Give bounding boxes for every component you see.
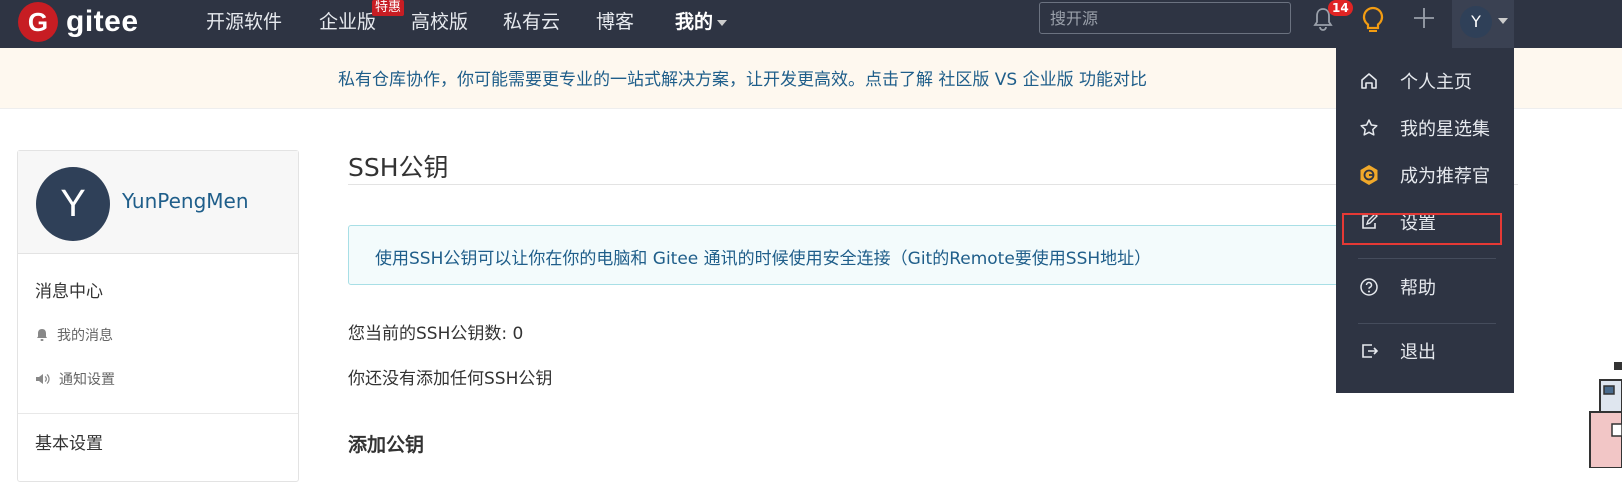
settings-sidebar: Y YunPengMen 消息中心 我的消息 通知设置 基本设置 [17,150,299,482]
star-icon [1358,118,1380,138]
plus-icon[interactable] [1412,6,1436,34]
add-key-heading: 添加公钥 [348,434,425,456]
logout-icon [1358,341,1380,361]
empty-state-text: 你还没有添加任何SSH公钥 [348,369,553,389]
notification-count-badge: 14 [1328,0,1353,16]
speaker-icon [36,374,50,384]
menu-item-logout[interactable]: 退出 [1358,338,1436,364]
sidebar-item-notify-settings[interactable]: 通知设置 [35,369,115,389]
gitee-logo[interactable]: G gitee [18,2,139,42]
user-menu-toggle[interactable]: Y [1452,0,1514,48]
nav-blog[interactable]: 博客 [596,9,634,35]
sidebar-item-label: 我的消息 [57,328,113,344]
avatar: Y [1460,6,1492,38]
page-title: SSH公钥 [348,153,449,182]
menu-item-help[interactable]: 帮助 [1358,274,1436,300]
nav-university[interactable]: 高校版 [411,9,468,35]
gitee-logo-text: gitee [66,5,139,38]
bulb-icon[interactable] [1360,5,1386,41]
search-input[interactable]: 搜开源 [1039,2,1291,34]
avatar[interactable]: Y [36,167,110,241]
menu-item-label: 个人主页 [1400,72,1472,93]
gitee-logo-icon: G [18,2,58,42]
sidebar-section-message-center: 消息中心 [35,282,103,302]
menu-item-label: 退出 [1400,342,1436,363]
sidebar-item-my-messages[interactable]: 我的消息 [35,325,113,345]
nav-enterprise[interactable]: 企业版 [319,9,376,35]
mascot-robot-icon [1586,362,1622,469]
settings-highlight-box [1342,213,1502,245]
home-icon [1358,71,1380,91]
chevron-down-icon [1498,18,1508,24]
menu-item-profile[interactable]: 个人主页 [1358,68,1472,94]
promo-banner-link[interactable]: 私有仓库协作，你可能需要更专业的一站式解决方案，让开发更高效。点击了解 社区版 … [338,65,1147,90]
menu-item-recommend[interactable]: 成为推荐官 [1358,162,1490,188]
profile-card: Y YunPengMen [18,151,298,254]
ssh-key-count: 您当前的SSH公钥数: 0 [348,324,524,344]
menu-item-label: 我的星选集 [1400,119,1490,140]
enterprise-promo-badge: 特惠 [372,0,405,16]
menu-item-label: 成为推荐官 [1400,166,1490,187]
nav-mine-label: 我的 [675,11,714,33]
help-icon [1358,277,1380,297]
menu-divider [1358,258,1496,259]
info-alert-text: 使用SSH公钥可以让你在你的电脑和 Gitee 通讯的时候使用安全连接（Git的… [375,249,1152,269]
menu-divider [1358,323,1496,324]
sidebar-item-label: 通知设置 [59,372,115,388]
menu-item-label: 帮助 [1400,278,1436,299]
nav-private-cloud[interactable]: 私有云 [503,9,560,35]
top-navbar: G gitee 开源软件 企业版 特惠 高校版 私有云 博客 我的 搜开源 14… [0,0,1622,48]
bell-icon [37,329,47,341]
username-link[interactable]: YunPengMen [122,189,249,213]
gitee-recommend-icon [1358,164,1380,186]
sidebar-divider [18,413,298,414]
menu-item-my-stars[interactable]: 我的星选集 [1358,115,1490,141]
nav-open-source[interactable]: 开源软件 [206,9,282,35]
chevron-down-icon [717,19,728,26]
sidebar-section-basic-settings[interactable]: 基本设置 [35,429,103,454]
nav-mine[interactable]: 我的 [675,9,728,35]
